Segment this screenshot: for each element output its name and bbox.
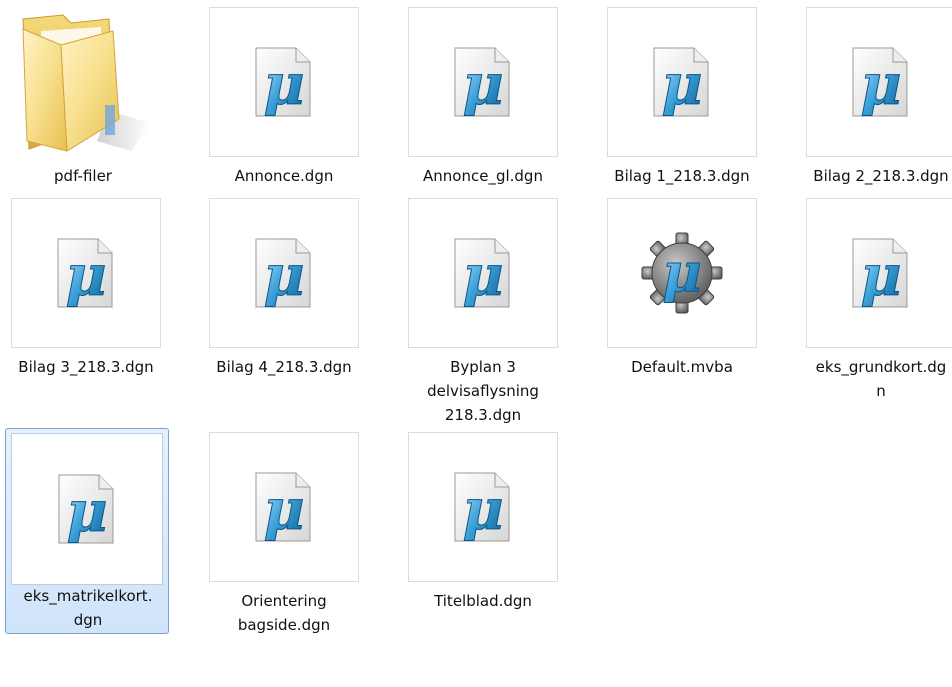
file-thumbnail: μ <box>607 7 757 157</box>
item-label: eks_matrikelkort. dgn <box>23 587 153 629</box>
microstation-dgn-icon: μ <box>255 238 311 310</box>
item-label: Byplan 3 delvisaflysning 218.3.dgn <box>427 358 539 424</box>
file-thumbnail: μ <box>209 432 359 582</box>
file-item-annonce[interactable]: μ Annonce.dgn <box>201 6 365 196</box>
file-item-bilag-3[interactable]: μ Bilag 3_218.3.dgn <box>3 191 167 411</box>
file-item-orientering-bagside[interactable]: μ Orientering bagside.dgn <box>201 425 365 635</box>
item-label: Bilag 3_218.3.dgn <box>18 358 154 376</box>
folder-icon <box>1 1 165 161</box>
item-label: Bilag 4_218.3.dgn <box>216 358 352 376</box>
item-label: Orientering bagside.dgn <box>237 592 331 634</box>
svg-text:μ: μ <box>861 52 902 118</box>
microstation-dgn-icon: μ <box>57 238 113 310</box>
file-item-bilag-4[interactable]: μ Bilag 4_218.3.dgn <box>201 191 365 411</box>
item-label: Bilag 1_218.3.dgn <box>614 167 750 185</box>
item-label: pdf-filer <box>54 167 112 185</box>
file-thumbnail: μ <box>11 433 163 585</box>
microstation-dgn-icon: μ <box>58 474 114 546</box>
svg-text:μ: μ <box>264 52 305 118</box>
microstation-dgn-icon: μ <box>454 238 510 310</box>
file-thumbnail: μ <box>806 7 952 157</box>
item-label: Titelblad.dgn <box>434 592 532 610</box>
svg-text:μ: μ <box>662 52 703 118</box>
svg-text:μ: μ <box>861 243 902 309</box>
item-label: eks_grundkort.dg n <box>815 358 947 400</box>
file-thumbnail: μ <box>209 198 359 348</box>
item-label: Annonce.dgn <box>234 167 334 185</box>
file-item-annonce-gl[interactable]: μ Annonce_gl.dgn <box>400 6 564 196</box>
microstation-dgn-icon: μ <box>852 238 908 310</box>
svg-text:μ: μ <box>264 477 305 543</box>
item-label: Bilag 2_218.3.dgn <box>813 167 949 185</box>
file-item-eks-grundkort[interactable]: μ eks_grundkort.dg n <box>798 191 952 411</box>
svg-text:μ: μ <box>66 243 107 309</box>
svg-text:μ: μ <box>662 240 702 304</box>
explorer-content-pane: pdf-filer μ Annonce.dgn μ Annonce_gl.dgn… <box>0 0 952 687</box>
file-thumbnail: μ <box>806 198 952 348</box>
item-label: Annonce_gl.dgn <box>423 167 543 185</box>
file-thumbnail: μ <box>408 7 558 157</box>
microstation-dgn-icon: μ <box>255 47 311 119</box>
file-item-default-mvba[interactable]: μ Default.mvba <box>599 191 763 411</box>
file-item-bilag-2[interactable]: μ Bilag 2_218.3.dgn <box>798 6 952 196</box>
file-thumbnail: μ <box>209 7 359 157</box>
svg-text:μ: μ <box>463 52 504 118</box>
file-item-bilag-1[interactable]: μ Bilag 1_218.3.dgn <box>599 6 763 196</box>
file-thumbnail: μ <box>408 432 558 582</box>
microstation-vba-gear-icon: μ <box>641 232 723 314</box>
file-item-titelblad[interactable]: μ Titelblad.dgn <box>400 425 564 625</box>
svg-text:μ: μ <box>67 479 108 545</box>
microstation-dgn-icon: μ <box>255 472 311 544</box>
file-thumbnail: μ <box>11 198 161 348</box>
file-item-byplan-3[interactable]: μ Byplan 3 delvisaflysning 218.3.dgn <box>400 191 564 431</box>
item-label: Default.mvba <box>631 358 733 376</box>
microstation-dgn-icon: μ <box>852 47 908 119</box>
file-item-eks-matrikelkort[interactable]: μ eks_matrikelkort. dgn <box>5 428 169 634</box>
folder-item-pdf-filer[interactable]: pdf-filer <box>0 0 164 196</box>
microstation-dgn-icon: μ <box>454 47 510 119</box>
microstation-dgn-icon: μ <box>454 472 510 544</box>
file-thumbnail: μ <box>408 198 558 348</box>
svg-text:μ: μ <box>264 243 305 309</box>
svg-text:μ: μ <box>463 477 504 543</box>
file-thumbnail: μ <box>607 198 757 348</box>
microstation-dgn-icon: μ <box>653 47 709 119</box>
svg-text:μ: μ <box>463 243 504 309</box>
